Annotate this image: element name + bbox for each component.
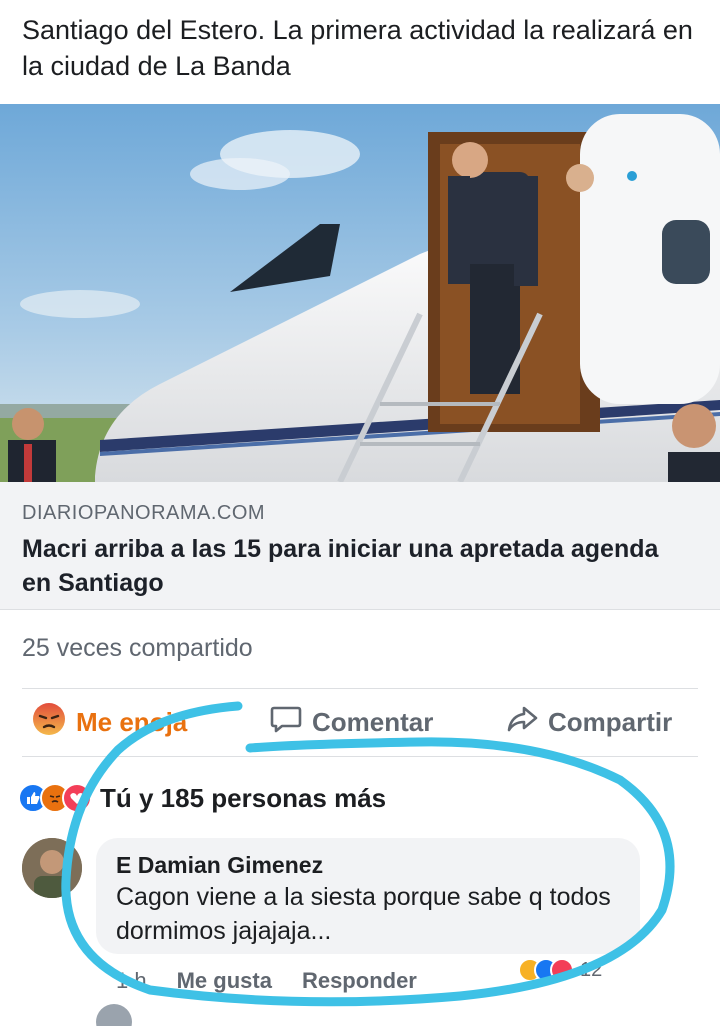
avatar[interactable]: [22, 838, 82, 898]
comment-text: Cagon viene a la siesta porque sabe q to…: [116, 883, 611, 945]
angry-reaction-label: Me enoja: [76, 706, 188, 737]
comment-timestamp[interactable]: 1 h: [116, 968, 147, 994]
comment-reactions[interactable]: 12: [518, 956, 602, 984]
comment-icon: [270, 704, 302, 741]
link-preview-meta[interactable]: DIARIOPANORAMA.COM Macri arriba a las 15…: [0, 482, 720, 610]
love-reaction-icon: [550, 958, 574, 982]
share-label: Compartir: [548, 706, 673, 737]
love-reaction-icon: [62, 783, 92, 813]
divider-top: [22, 688, 698, 689]
angry-reaction-button[interactable]: Me enoja: [32, 702, 188, 743]
link-preview-card[interactable]: DIARIOPANORAMA.COM Macri arriba a las 15…: [0, 104, 720, 610]
next-comment-avatar: [96, 1004, 132, 1026]
share-count[interactable]: 25 veces compartido: [22, 634, 253, 663]
link-domain: DIARIOPANORAMA.COM: [22, 502, 266, 524]
comment-button[interactable]: Comentar: [270, 704, 433, 740]
airplane-photo: [0, 104, 720, 482]
comment-reply-button[interactable]: Responder: [302, 968, 417, 994]
comment-label: Comentar: [312, 706, 434, 737]
link-title[interactable]: Macri arriba a las 15 para iniciar una a…: [22, 532, 682, 600]
post-actions-bar: Me enoja Comentar Compartir: [0, 694, 720, 750]
reactions-summary-text: Tú y 185 personas más: [100, 782, 387, 813]
comment-author[interactable]: E Damian Gimenez: [116, 850, 620, 880]
post-text: Santiago del Estero. La primera activida…: [22, 15, 693, 81]
comment-like-button[interactable]: Me gusta: [177, 968, 272, 994]
comment-reaction-count: 12: [580, 958, 603, 981]
divider-bottom: [22, 756, 698, 757]
comment-footer: 1 h Me gusta Responder: [116, 966, 447, 996]
comment-bubble[interactable]: E Damian Gimenez Cagon viene a la siesta…: [96, 838, 640, 954]
reactions-summary[interactable]: Tú y 185 personas más: [18, 780, 386, 816]
angry-face-icon: [32, 702, 66, 743]
link-preview-image[interactable]: [0, 104, 720, 482]
share-arrow-icon: [506, 704, 538, 741]
share-button[interactable]: Compartir: [506, 704, 672, 740]
